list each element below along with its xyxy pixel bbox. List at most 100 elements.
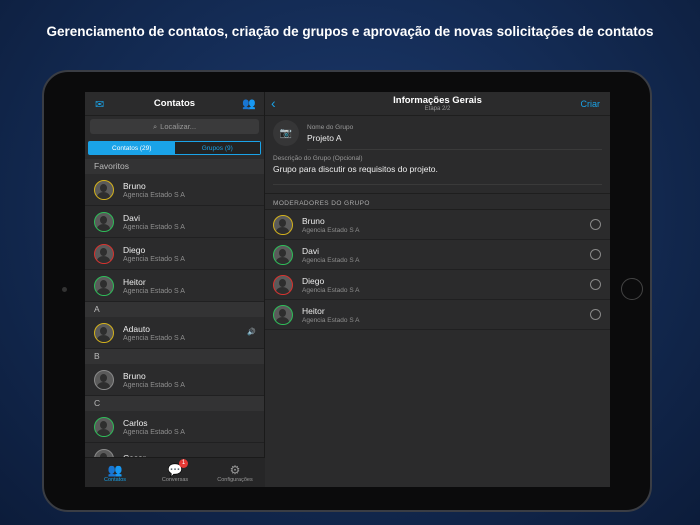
contact-info: Bruno Agencia Estado S A — [123, 371, 185, 389]
avatar — [94, 211, 114, 232]
group-name-value: Projeto A — [307, 132, 342, 143]
contact-row[interactable]: Bruno Agencia Estado S A — [85, 174, 264, 206]
tab-label: Configurações — [217, 476, 253, 483]
avatar — [94, 275, 114, 296]
inbox-icon[interactable]: ✉ — [95, 98, 104, 111]
moderator-row[interactable]: Diego Agencia Estado S A — [265, 270, 610, 300]
contact-info: Bruno Agencia Estado S A — [302, 216, 359, 234]
camera — [62, 287, 67, 292]
divider — [273, 184, 602, 185]
contact-company: Agencia Estado S A — [302, 286, 360, 294]
contact-name: Carlos — [123, 417, 148, 428]
avatar — [94, 243, 114, 264]
avatar — [273, 214, 293, 235]
select-radio[interactable] — [590, 309, 601, 320]
contact-name: Adauto — [123, 323, 150, 334]
description-label: Descrição do Grupo (Opcional) — [273, 155, 363, 162]
search-icon: ⌕ — [152, 121, 158, 131]
avatar — [94, 416, 114, 437]
contact-name: Bruno — [123, 180, 146, 191]
camera-icon[interactable]: 📷 — [273, 120, 299, 146]
section-header: B — [85, 349, 264, 364]
step-indicator: Etapa 2/2 — [424, 106, 451, 112]
add-group-icon[interactable]: 👥 — [242, 97, 256, 110]
contacts-header: ✉ Contatos 👥 — [85, 92, 264, 116]
moderators-list: Bruno Agencia Estado S A Davi Agencia Estad… — [265, 210, 610, 330]
tab-label: Conversas — [161, 476, 189, 483]
contact-company: Agencia Estado S A — [302, 256, 360, 264]
section-header: C — [85, 396, 264, 411]
segment-contacts[interactable]: Contatos (29) — [89, 142, 175, 154]
segmented-control: Contatos (29) Grupos (9) — [88, 141, 261, 155]
avatar — [94, 179, 114, 200]
select-radio[interactable] — [590, 279, 601, 290]
unread-badge: 1 — [179, 459, 188, 468]
contact-company: Agencia Estado S A — [302, 226, 360, 234]
group-name-block: 📷 Nome do Grupo Projeto A — [265, 116, 610, 150]
tab-conversations[interactable]: 💬 1 Conversas — [145, 458, 205, 487]
contact-row[interactable]: Diego Agencia Estado S A — [85, 238, 264, 270]
headline: Gerenciamento de contatos, criação de gr… — [46, 24, 654, 39]
contact-row[interactable]: Adauto Agencia Estado S A 🔊 — [85, 317, 264, 349]
contact-company: Agencia Estado S A — [123, 287, 185, 295]
contact-info: Diego Agencia Estado S A — [302, 276, 359, 294]
moderators-header: MODERADORES DO GRUPO — [265, 193, 610, 210]
contact-row[interactable]: Carlos Agencia Estado S A — [85, 411, 264, 443]
contact-info: Heitor Agencia Estado S A — [123, 277, 185, 295]
section-header: A — [85, 302, 264, 317]
contact-name: Heitor — [302, 305, 325, 316]
contact-name: Diego — [302, 275, 325, 286]
contact-info: Davi Agencia Estado S A — [123, 213, 185, 231]
contact-row[interactable]: Davi Agencia Estado S A — [85, 206, 264, 238]
contacts-title: Contatos — [153, 98, 196, 109]
avatar — [273, 244, 293, 265]
contact-info: Adauto Agencia Estado S A — [123, 324, 185, 342]
tab-bar: 👥 Contatos 💬 1 Conversas ⚙ Configurações — [85, 457, 265, 487]
group-info-panel: ‹ Informações Gerais Etapa 2/2 Criar 📷 No… — [265, 92, 610, 487]
moderator-row[interactable]: Davi Agencia Estado S A — [265, 240, 610, 270]
tab-settings[interactable]: ⚙ Configurações — [205, 458, 265, 487]
contact-name: Davi — [302, 245, 320, 256]
group-name-field[interactable]: Nome do Grupo Projeto A — [307, 124, 353, 143]
segment-groups[interactable]: Grupos (9) — [174, 142, 260, 154]
group-description-field[interactable]: Descrição do Grupo (Opcional) Grupo para… — [265, 150, 610, 185]
contact-list: Favoritos Bruno Agencia Estado S A Davi Agen… — [85, 159, 264, 475]
tab-contacts[interactable]: 👥 Contatos — [85, 458, 145, 487]
back-chevron-icon[interactable]: ‹ — [271, 95, 276, 111]
avatar — [94, 322, 114, 343]
contact-info: Bruno Agencia Estado S A — [123, 181, 185, 199]
section-header: Favoritos — [85, 159, 264, 174]
contact-info: Davi Agencia Estado S A — [302, 246, 359, 264]
home-button — [621, 278, 643, 300]
contact-row[interactable]: Heitor Agencia Estado S A — [85, 270, 264, 302]
avatar — [273, 304, 293, 325]
contact-name: Bruno — [302, 215, 325, 226]
search-input[interactable]: ⌕ Localizar... — [90, 119, 259, 134]
contacts-panel: ✉ Contatos 👥 ⌕ Localizar... Contatos (29)… — [85, 92, 265, 487]
contact-info: Heitor Agencia Estado S A — [302, 306, 359, 324]
contact-company: Agencia Estado S A — [123, 191, 185, 199]
search-placeholder: Localizar... — [160, 122, 197, 131]
contact-company: Agencia Estado S A — [123, 255, 185, 263]
moderator-row[interactable]: Heitor Agencia Estado S A — [265, 300, 610, 330]
speaker-icon: 🔊 — [247, 329, 256, 336]
contacts-icon: 👥 — [107, 462, 123, 477]
moderator-row[interactable]: Bruno Agencia Estado S A — [265, 210, 610, 240]
select-radio[interactable] — [590, 249, 601, 260]
avatar — [94, 369, 114, 390]
contact-name: Diego — [123, 244, 146, 255]
contact-row[interactable]: Bruno Agencia Estado S A — [85, 364, 264, 396]
avatar — [273, 274, 293, 295]
contact-name: Davi — [123, 212, 141, 223]
contact-company: Agencia Estado S A — [123, 334, 185, 342]
contact-info: Diego Agencia Estado S A — [123, 245, 185, 263]
app-screen: ✉ Contatos 👥 ⌕ Localizar... Contatos (29)… — [85, 92, 610, 487]
tab-label: Contatos — [103, 476, 126, 483]
select-radio[interactable] — [590, 219, 601, 230]
contact-company: Agencia Estado S A — [123, 381, 185, 389]
gear-icon: ⚙ — [229, 462, 241, 477]
create-button[interactable]: Criar — [581, 99, 601, 109]
group-info-header: ‹ Informações Gerais Etapa 2/2 Criar — [265, 92, 610, 116]
contact-company: Agencia Estado S A — [123, 428, 185, 436]
contact-info: Carlos Agencia Estado S A — [123, 418, 185, 436]
